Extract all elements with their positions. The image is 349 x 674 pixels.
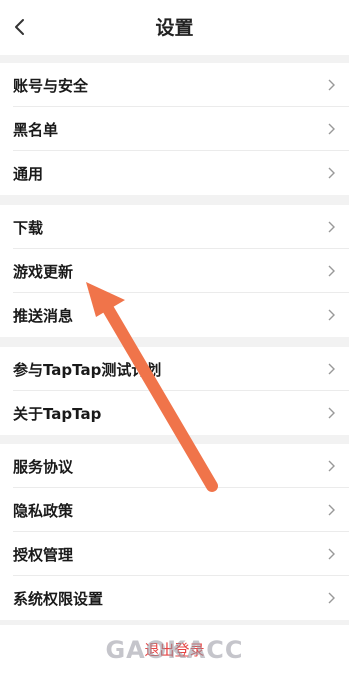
chevron-right-icon	[328, 123, 335, 135]
settings-item-label: 游戏更新	[13, 263, 74, 281]
settings-item-blacklist[interactable]: 黑名单	[0, 107, 349, 151]
header: 设置	[0, 0, 349, 55]
settings-item-label: 关于TapTap	[13, 405, 102, 423]
settings-item-game-update[interactable]: 游戏更新	[0, 249, 349, 293]
chevron-right-icon	[328, 167, 335, 179]
settings-item-label: 推送消息	[13, 307, 74, 325]
settings-group-account: 账号与安全 黑名单 通用	[0, 63, 349, 195]
settings-group-download: 下载 游戏更新 推送消息	[0, 205, 349, 337]
settings-item-label: 通用	[13, 165, 44, 183]
settings-item-service-agreement[interactable]: 服务协议	[0, 444, 349, 488]
chevron-right-icon	[328, 460, 335, 472]
settings-item-push-notifications[interactable]: 推送消息	[0, 293, 349, 337]
settings-item-label: 系统权限设置	[13, 590, 104, 608]
chevron-right-icon	[328, 221, 335, 233]
settings-item-about-taptap[interactable]: 关于TapTap	[0, 391, 349, 435]
settings-item-label: 下载	[13, 219, 44, 237]
settings-item-download[interactable]: 下载	[0, 205, 349, 249]
chevron-right-icon	[328, 407, 335, 419]
settings-item-label: 服务协议	[13, 458, 74, 476]
settings-item-privacy-policy[interactable]: 隐私政策	[0, 488, 349, 532]
settings-item-authorization[interactable]: 授权管理	[0, 532, 349, 576]
logout-label: 退出登录	[144, 641, 205, 659]
chevron-right-icon	[328, 265, 335, 277]
settings-item-label: 黑名单	[13, 121, 59, 139]
settings-item-label: 隐私政策	[13, 502, 74, 520]
chevron-right-icon	[328, 309, 335, 321]
settings-item-account-security[interactable]: 账号与安全	[0, 63, 349, 107]
settings-group-legal: 服务协议 隐私政策 授权管理 系统权限设置	[0, 444, 349, 620]
settings-item-label: 账号与安全	[13, 77, 89, 95]
settings-item-system-permissions[interactable]: 系统权限设置	[0, 576, 349, 620]
settings-item-label: 授权管理	[13, 546, 74, 564]
chevron-right-icon	[328, 363, 335, 375]
chevron-right-icon	[328, 79, 335, 91]
chevron-right-icon	[328, 504, 335, 516]
page-title: 设置	[155, 17, 194, 39]
chevron-right-icon	[328, 548, 335, 560]
settings-item-general[interactable]: 通用	[0, 151, 349, 195]
settings-item-label: 参与TapTap测试计划	[13, 361, 162, 379]
settings-item-test-program[interactable]: 参与TapTap测试计划	[0, 347, 349, 391]
logout-button[interactable]: 退出登录	[0, 625, 349, 674]
chevron-right-icon	[328, 592, 335, 604]
settings-group-taptap: 参与TapTap测试计划 关于TapTap	[0, 347, 349, 435]
